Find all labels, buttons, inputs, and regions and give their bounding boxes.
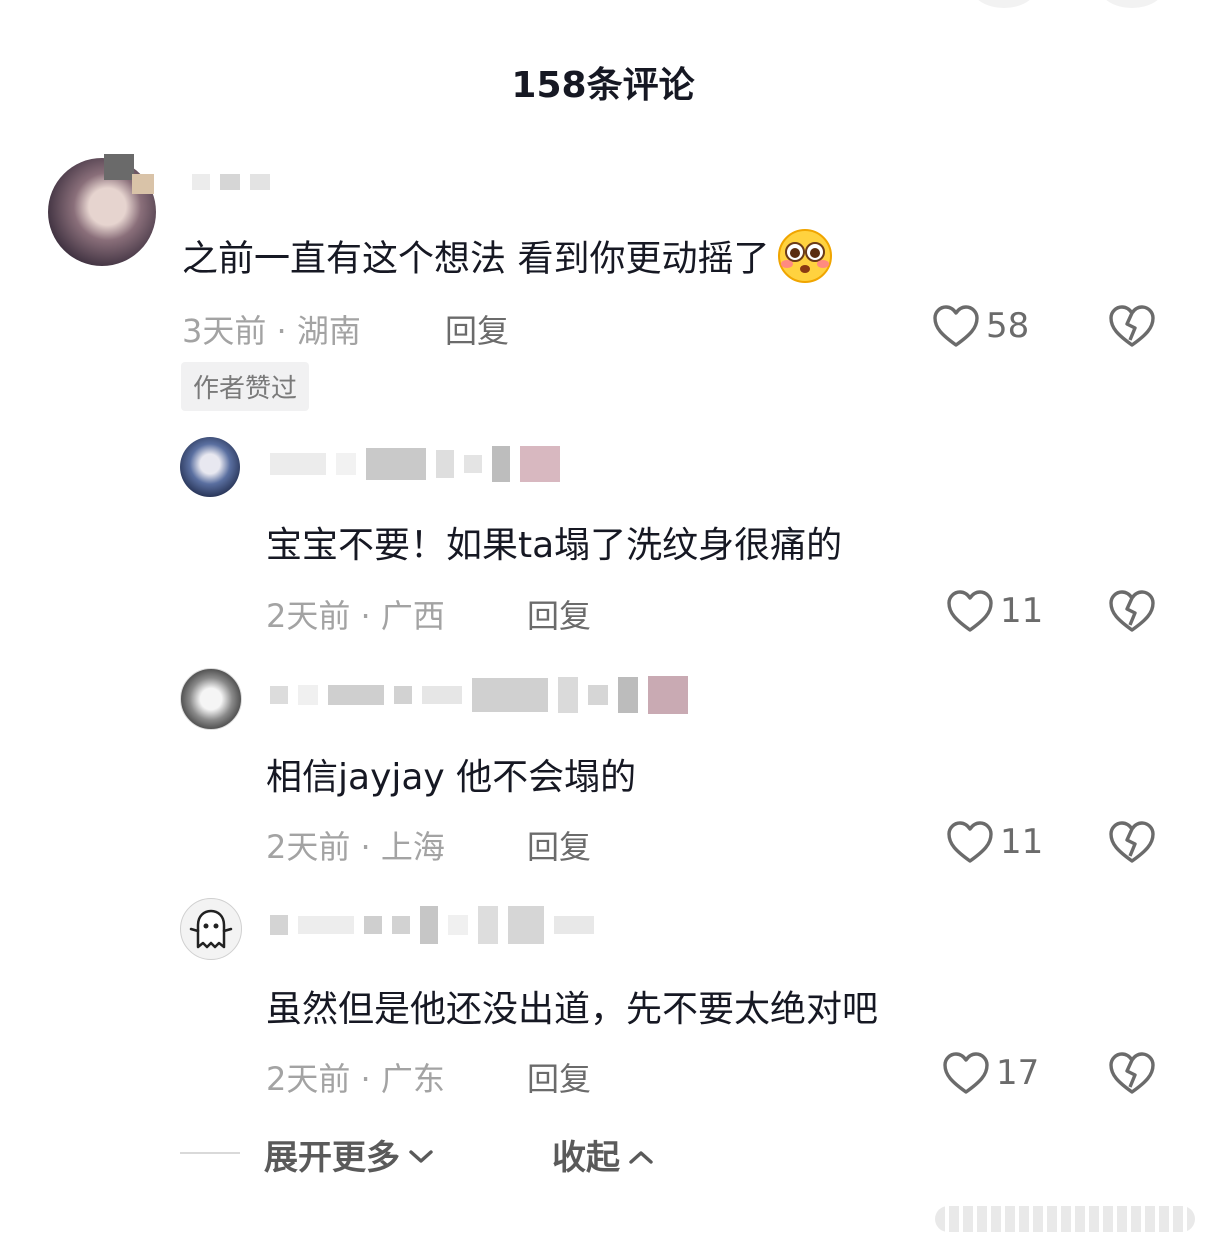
reply-button[interactable]: 回复 <box>527 1054 591 1100</box>
chevron-down-icon <box>400 1135 434 1175</box>
like-button[interactable]: 58 <box>932 304 1029 348</box>
expand-label: 展开更多 <box>264 1138 400 1178</box>
watermark-strip <box>935 1206 1195 1232</box>
username-redacted <box>192 174 280 190</box>
reply-button[interactable]: 回复 <box>445 306 509 352</box>
like-count: 58 <box>986 306 1030 346</box>
divider <box>180 1152 240 1154</box>
dislike-button[interactable] <box>1108 304 1156 352</box>
broken-heart-icon <box>1108 305 1156 352</box>
like-count: 11 <box>1000 591 1044 631</box>
heart-outline-icon <box>946 820 994 864</box>
like-count: 11 <box>1000 822 1044 862</box>
broken-heart-icon <box>1108 590 1156 637</box>
avatar[interactable] <box>180 437 240 497</box>
avatar-censor <box>132 174 154 194</box>
replies-controls: 展开更多 收起 <box>180 1130 880 1178</box>
comment-time-location: 3天前 · 湖南 <box>182 312 361 350</box>
avatar[interactable] <box>180 898 242 960</box>
collapse-button[interactable]: 收起 <box>552 1130 654 1179</box>
author-liked-badge: 作者赞过 <box>181 362 310 411</box>
top-control[interactable] <box>1100 0 1164 8</box>
username-redacted <box>270 446 570 482</box>
like-button[interactable]: 11 <box>946 589 1043 633</box>
top-control[interactable] <box>972 0 1036 8</box>
broken-heart-icon <box>1108 821 1156 868</box>
collapse-label: 收起 <box>552 1138 620 1178</box>
username-redacted <box>270 676 698 714</box>
heart-outline-icon <box>942 1051 990 1095</box>
comment-text: 虽然但是他还没出道，先不要太绝对吧 <box>266 989 879 1030</box>
dislike-button[interactable] <box>1108 1051 1156 1099</box>
reply-button[interactable]: 回复 <box>527 591 591 637</box>
comment-text: 宝宝不要！如果ta塌了洗纹身很痛的 <box>266 525 843 566</box>
like-count: 17 <box>996 1053 1040 1093</box>
pleading-face-emoji <box>775 228 835 293</box>
comments-count-title: 158条评论 <box>511 65 695 106</box>
dislike-button[interactable] <box>1108 820 1156 868</box>
broken-heart-icon <box>1108 1052 1156 1099</box>
comment-time-location: 2天前 · 广东 <box>266 1060 445 1098</box>
heart-outline-icon <box>932 304 980 348</box>
avatar[interactable] <box>180 668 242 730</box>
ghost-avatar-icon <box>181 909 241 959</box>
reply-button[interactable]: 回复 <box>527 822 591 868</box>
username-redacted <box>270 906 604 944</box>
comment-text: 相信jayjay 他不会塌的 <box>266 757 637 798</box>
comment-text: 之前一直有这个想法 看到你更动摇了 <box>182 228 835 293</box>
avatar-censor <box>104 154 134 180</box>
expand-more-button[interactable]: 展开更多 <box>264 1130 434 1179</box>
dislike-button[interactable] <box>1108 589 1156 637</box>
heart-outline-icon <box>946 589 994 633</box>
chevron-up-icon <box>620 1135 654 1175</box>
comment-time-location: 2天前 · 广西 <box>266 597 445 635</box>
like-button[interactable]: 17 <box>942 1051 1039 1095</box>
comment-time-location: 2天前 · 上海 <box>266 828 445 866</box>
like-button[interactable]: 11 <box>946 820 1043 864</box>
